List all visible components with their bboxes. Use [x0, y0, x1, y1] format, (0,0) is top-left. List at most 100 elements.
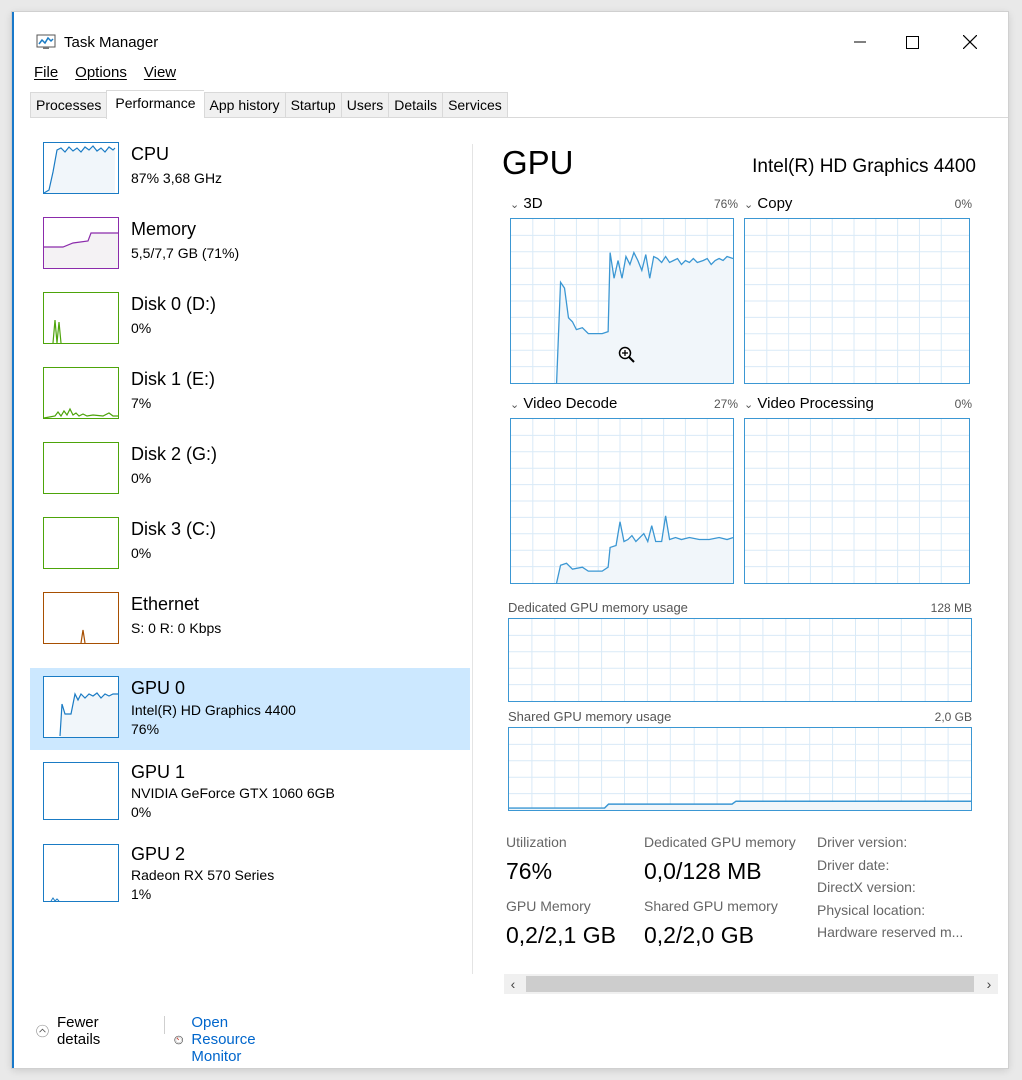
- resource-percent: 1%: [131, 886, 152, 902]
- resource-name: GPU 0: [131, 678, 186, 698]
- engine-percent: 0%: [954, 197, 972, 211]
- shared-gpu-memory-value: 0,2/2,0 GB: [644, 922, 754, 948]
- graph-video-decode: [510, 418, 734, 584]
- gpu-model-name: Intel(R) HD Graphics 4400: [752, 156, 976, 177]
- cpu-thumbnail: [43, 142, 119, 194]
- engine-percent: 27%: [713, 397, 738, 411]
- hardware-reserved-label: Hardware reserved m...: [817, 924, 964, 940]
- engine-selector-3d[interactable]: ⌄ 3D: [510, 195, 543, 212]
- task-manager-app-icon: [36, 34, 56, 49]
- resource-name: Disk 3 (C:): [131, 519, 216, 539]
- tab-details[interactable]: Details: [388, 92, 443, 118]
- close-icon: [963, 35, 977, 49]
- graph-shared-memory: [508, 727, 972, 811]
- resource-item-cpu[interactable]: CPU 87% 3,68 GHz: [30, 134, 470, 210]
- gpu-1-thumbnail: [43, 762, 119, 820]
- resource-name: Memory: [131, 219, 197, 239]
- resource-detail: NVIDIA GeForce GTX 1060 6GB: [131, 785, 335, 801]
- resource-item-disk-0[interactable]: Disk 0 (D:) 0%: [30, 284, 470, 360]
- engine-name: Video Processing: [757, 395, 874, 412]
- dedicated-memory-max: 128 MB: [930, 601, 972, 615]
- tab-services[interactable]: Services: [442, 92, 508, 118]
- gpu-2-thumbnail: [43, 844, 119, 902]
- resource-item-memory[interactable]: Memory 5,5/7,7 GB (71%): [30, 209, 470, 285]
- gpu-0-thumbnail: [43, 676, 119, 738]
- scroll-right-icon[interactable]: ›: [980, 975, 998, 993]
- physical-location-label: Physical location:: [817, 902, 926, 918]
- resource-item-gpu-1[interactable]: GPU 1 NVIDIA GeForce GTX 1060 6GB 0%: [30, 757, 470, 833]
- resource-list: CPU 87% 3,68 GHz Memory 5,5/7,7 GB (71%)…: [30, 134, 470, 904]
- resource-detail: Intel(R) HD Graphics 4400: [131, 702, 296, 718]
- close-button[interactable]: [946, 26, 994, 58]
- dedicated-gpu-memory-label: Dedicated GPU memory: [644, 834, 796, 850]
- resource-monitor-icon: [174, 1035, 183, 1044]
- resource-detail: 7%: [131, 395, 152, 411]
- menu-file[interactable]: File: [34, 64, 58, 86]
- open-resource-monitor-label: Open Resource Monitor: [191, 1014, 256, 1065]
- tab-startup[interactable]: Startup: [284, 92, 341, 118]
- resource-name: GPU 2: [131, 844, 186, 864]
- footer-separator: [164, 1016, 165, 1034]
- resource-item-disk-2[interactable]: Disk 2 (G:) 0%: [30, 434, 470, 510]
- resource-detail: 0%: [131, 320, 152, 336]
- shared-gpu-memory-label: Shared GPU memory: [644, 898, 778, 914]
- disk-2-thumbnail: [43, 442, 119, 494]
- detail-title: GPU: [502, 144, 574, 181]
- open-resource-monitor-link[interactable]: Open Resource Monitor: [174, 1014, 266, 1065]
- scroll-left-icon[interactable]: ‹: [504, 975, 522, 993]
- engine-percent: 76%: [713, 197, 738, 211]
- resource-item-gpu-0[interactable]: GPU 0 Intel(R) HD Graphics 4400 76%: [30, 668, 470, 750]
- tab-performance[interactable]: Performance: [106, 90, 204, 119]
- shared-memory-max: 2,0 GB: [934, 710, 972, 724]
- graph-copy: [744, 218, 970, 384]
- disk-3-thumbnail: [43, 517, 119, 569]
- engine-name: Video Decode: [523, 395, 618, 412]
- maximize-button[interactable]: [888, 26, 936, 58]
- engine-selector-video-processing[interactable]: ⌄ Video Processing: [744, 395, 874, 412]
- resource-detail: Radeon RX 570 Series: [131, 867, 275, 883]
- resource-detail: 5,5/7,7 GB (71%): [131, 245, 240, 261]
- driver-date-label: Driver date:: [817, 857, 890, 873]
- resource-detail: 0%: [131, 545, 152, 561]
- menu-options[interactable]: Options: [75, 64, 127, 86]
- menu-bar: File Options View: [34, 64, 193, 86]
- maximize-icon: [905, 35, 919, 49]
- resource-percent: 76%: [131, 721, 160, 737]
- dedicated-gpu-memory-value: 0,0/128 MB: [644, 858, 762, 884]
- horizontal-scrollbar[interactable]: ‹ ›: [504, 974, 998, 994]
- gpu-memory-label: GPU Memory: [506, 898, 591, 914]
- minimize-icon: [854, 41, 866, 43]
- resource-detail: 0%: [131, 470, 152, 486]
- panel-divider: [472, 144, 473, 974]
- tab-users[interactable]: Users: [340, 92, 389, 118]
- chevron-down-icon: ⌄: [744, 199, 754, 211]
- gpu-memory-value: 0,2/2,1 GB: [506, 922, 616, 948]
- driver-version-label: Driver version:: [817, 834, 908, 850]
- resource-percent: 0%: [131, 804, 152, 820]
- resource-item-disk-3[interactable]: Disk 3 (C:) 0%: [30, 509, 470, 585]
- tab-processes[interactable]: Processes: [30, 92, 107, 118]
- tab-app-history[interactable]: App history: [203, 92, 285, 118]
- title-bar[interactable]: Task Manager: [14, 12, 1008, 60]
- scrollbar-thumb[interactable]: [526, 976, 974, 992]
- chevron-down-icon: ⌄: [510, 199, 520, 211]
- resource-item-ethernet[interactable]: Ethernet S: 0 R: 0 Kbps: [30, 584, 470, 660]
- chevron-down-icon: ⌄: [510, 399, 520, 411]
- engine-name: 3D: [523, 195, 543, 212]
- engine-selector-copy[interactable]: ⌄ Copy: [744, 195, 792, 212]
- fewer-details-button[interactable]: Fewer details: [36, 1014, 109, 1048]
- resource-name: Disk 0 (D:): [131, 294, 216, 314]
- resource-item-disk-1[interactable]: Disk 1 (E:) 7%: [30, 359, 470, 435]
- tab-strip: Processes Performance App history Startu…: [30, 90, 508, 119]
- zoom-cursor-icon: [618, 346, 635, 363]
- engine-selector-video-decode[interactable]: ⌄ Video Decode: [510, 395, 617, 412]
- resource-name: GPU 1: [131, 762, 186, 782]
- graph-dedicated-memory: [508, 618, 972, 702]
- resource-name: CPU: [131, 144, 170, 164]
- minimize-button[interactable]: [836, 26, 884, 58]
- memory-thumbnail: [43, 217, 119, 269]
- task-manager-window: Task Manager File Options View Processes…: [12, 12, 1008, 1068]
- resource-name: Disk 2 (G:): [131, 444, 218, 464]
- menu-view[interactable]: View: [144, 64, 176, 86]
- resource-item-gpu-2[interactable]: GPU 2 Radeon RX 570 Series 1%: [30, 839, 470, 915]
